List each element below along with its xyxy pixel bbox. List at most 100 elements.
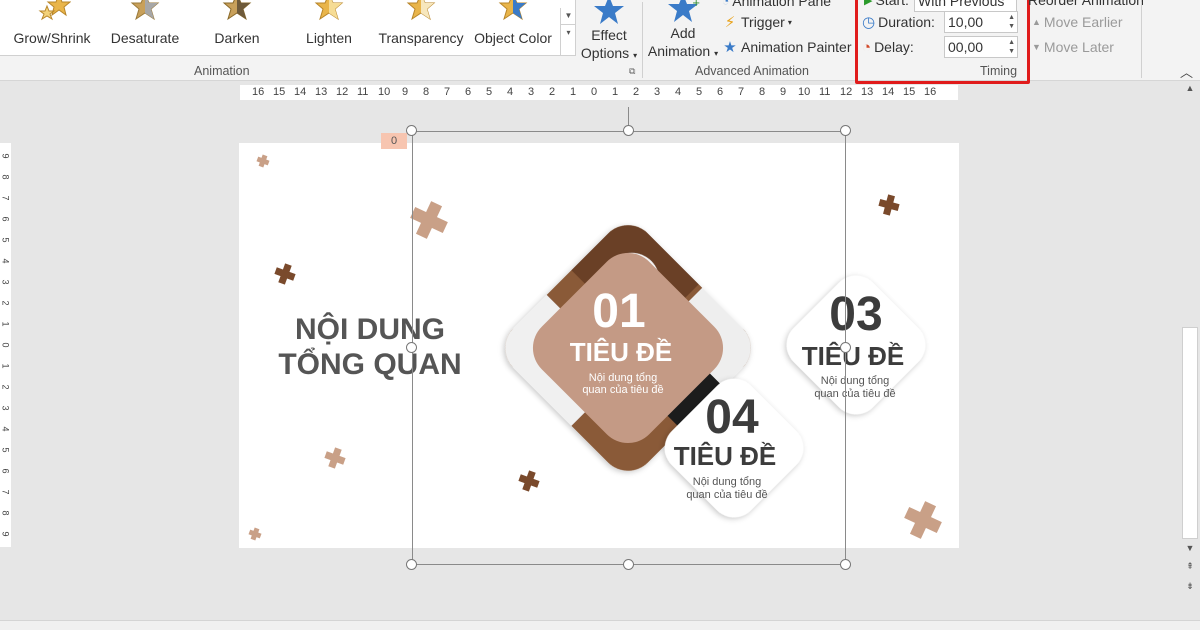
ruler-tick-label: 3 (0, 279, 11, 285)
decorative-cross (248, 527, 262, 541)
resize-handle-r[interactable] (840, 342, 851, 353)
ruler-tick-label: 9 (780, 86, 787, 98)
dropdown-arrow-icon: ▾ (787, 17, 792, 27)
resize-handle-tl[interactable] (406, 125, 417, 136)
ruler-tick-label: 10 (378, 86, 391, 98)
next-slide-icon[interactable]: ⇟ (1180, 581, 1200, 592)
resize-handle-bl[interactable] (406, 559, 417, 570)
ruler-tick-label: 14 (294, 86, 307, 98)
resize-handle-br[interactable] (840, 559, 851, 570)
transparency-star-icon (406, 0, 436, 21)
ruler-tick-label: 6 (465, 86, 472, 98)
ruler-tick-label: 7 (0, 195, 11, 201)
ruler-tick-label: 1 (0, 321, 11, 327)
resize-handle-l[interactable] (406, 342, 417, 353)
ruler-tick-label: 16 (252, 86, 265, 98)
decorative-cross (324, 447, 346, 469)
horizontal-ruler: 16 15 14 13 12 11 10 9 8 7 6 5 4 3 2 1 0 1 2 3 4 5 6 7 8 9 10 11 12 1… (240, 85, 958, 100)
gallery-item-label: Darken (214, 30, 260, 46)
animation-order-tag[interactable]: 0 (381, 133, 407, 149)
ruler-tick-label: 15 (903, 86, 916, 98)
decorative-cross (274, 263, 296, 285)
ruler-tick-label: 8 (423, 86, 430, 98)
vertical-scrollbar[interactable]: ▲ ▼ ⇞ ⇟ (1180, 81, 1200, 601)
object-color-star-icon (498, 0, 528, 21)
ruler-tick-label: 8 (759, 86, 766, 98)
card-03-number: 03 (829, 288, 882, 341)
ruler-tick-label: 15 (273, 86, 286, 98)
gallery-item-label: Desaturate (110, 30, 180, 46)
ruler-tick-label: 6 (717, 86, 724, 98)
gallery-item-label: Grow/Shrink (13, 30, 91, 46)
ruler-tick-label: 5 (0, 447, 11, 453)
headline-line-2: TỔNG QUAN (278, 348, 462, 381)
group-separator (642, 2, 643, 78)
trigger-button[interactable]: ⚡ Trigger ▾ (722, 11, 792, 33)
card-03-title: TIÊU ĐỀ (802, 341, 905, 371)
gallery-down-icon[interactable]: ▼ (561, 8, 576, 24)
dropdown-arrow-icon: ▾ (633, 51, 638, 60)
gallery-item-label: Lighten (306, 30, 352, 46)
ruler-tick-label: 7 (738, 86, 745, 98)
previous-slide-icon[interactable]: ⇞ (1180, 561, 1200, 572)
resize-handle-t[interactable] (623, 125, 634, 136)
card-04-desc-1: Nội dung tổng (693, 476, 762, 488)
ruler-tick-label: 0 (591, 86, 598, 98)
lightning-icon: ⚡ (724, 14, 736, 31)
ruler-tick-label: 13 (861, 86, 874, 98)
add-animation-button[interactable]: + Add Animation ▾ (646, 0, 720, 63)
headline-line-1: NỘI DUNG (295, 313, 445, 346)
dialog-launcher-icon[interactable]: ⧉ (629, 66, 635, 77)
ruler-tick-label: 5 (486, 86, 493, 98)
ruler-tick-label: 2 (549, 86, 556, 98)
scrollbar-thumb[interactable] (1182, 327, 1198, 539)
decorative-cross (904, 501, 942, 539)
animation-gallery: Grow/Shrink Desaturate Darken Lighten Tr… (0, 0, 576, 56)
card-04-desc-2: quan của tiêu đề (686, 489, 767, 501)
dropdown-arrow-icon: ▾ (714, 49, 719, 58)
ruler-tick-label: 9 (0, 153, 11, 159)
ruler-tick-label: 12 (336, 86, 349, 98)
ruler-tick-label: 4 (507, 86, 514, 98)
ruler-tick-label: 10 (798, 86, 811, 98)
ribbon: Grow/Shrink Desaturate Darken Lighten Tr… (0, 0, 1200, 84)
ruler-tick-label: 4 (0, 258, 11, 264)
resize-handle-tr[interactable] (840, 125, 851, 136)
ruler-tick-label: 9 (0, 531, 11, 537)
ruler-tick-label: 2 (0, 300, 11, 306)
decorative-cross (256, 154, 270, 168)
gallery-item-lighten[interactable]: Lighten (281, 0, 377, 52)
scroll-up-icon[interactable]: ▲ (1180, 83, 1200, 93)
ruler-tick-label: 6 (0, 468, 11, 474)
slide-headline[interactable]: NỘI DUNG TỔNG QUAN (250, 312, 490, 382)
decorative-cross (878, 194, 900, 216)
animation-painter-icon: ★ (723, 39, 737, 56)
gallery-more-icon[interactable]: ▾ (561, 24, 576, 40)
decorative-cross (410, 201, 448, 239)
scroll-down-icon[interactable]: ▼ (1180, 543, 1200, 553)
move-earlier-button[interactable]: ▲ Move Earlier (1032, 11, 1123, 33)
ruler-tick-label: 4 (675, 86, 682, 98)
card-04-number: 04 (705, 391, 759, 444)
collapse-ribbon-icon[interactable]: ︿ (1180, 62, 1193, 81)
gallery-item-darken[interactable]: Darken (189, 0, 285, 52)
animation-pane-icon: ◔ (722, 0, 730, 8)
effect-options-button[interactable]: Effect Options ▾ (578, 0, 640, 65)
gallery-item-object-color[interactable]: Object Color (465, 0, 561, 52)
move-later-button[interactable]: ▼ Move Later (1032, 36, 1114, 58)
ruler-tick-label: 0 (0, 342, 11, 348)
desaturate-star-icon (130, 0, 160, 21)
ruler-tick-label: 3 (0, 405, 11, 411)
effect-options-label-2: Options ▾ (580, 45, 638, 61)
gallery-item-transparency[interactable]: Transparency (373, 0, 469, 52)
gallery-item-grow-shrink[interactable]: Grow/Shrink (4, 0, 100, 52)
animation-painter-button[interactable]: ★ Animation Painter (722, 36, 851, 58)
gallery-scroll-buttons[interactable]: ▼ ▾ (560, 8, 576, 56)
ruler-tick-label: 16 (924, 86, 937, 98)
resize-handle-b[interactable] (623, 559, 634, 570)
ruler-tick-label: 8 (0, 510, 11, 516)
ruler-tick-label: 7 (444, 86, 451, 98)
grow-shrink-star-icon (38, 0, 71, 21)
gallery-item-desaturate[interactable]: Desaturate (97, 0, 193, 52)
add-animation-label-1: Add (670, 25, 696, 41)
